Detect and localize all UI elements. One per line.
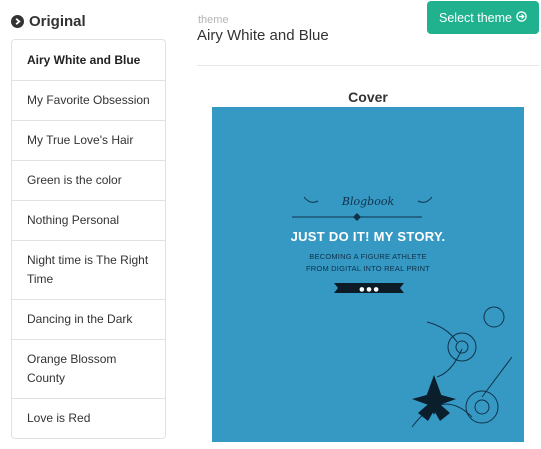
cover-subtitle-2: FROM DIGITAL INTO REAL PRINT (306, 264, 430, 273)
select-theme-button[interactable]: Select theme (427, 1, 539, 34)
theme-item-label: My Favorite Obsession (27, 93, 150, 107)
theme-name: Airy White and Blue (197, 27, 329, 44)
theme-item-orange-blossom-county[interactable]: Orange Blossom County (12, 339, 165, 398)
theme-item-label: Airy White and Blue (27, 52, 141, 67)
theme-item-label: Night time is The Right Time (27, 253, 149, 286)
cover-preview[interactable]: ● ● ● Blogbook JUST DO IT! MY STORY. BEC… (212, 107, 524, 442)
cover-subtitle-1: BECOMING A FIGURE ATHLETE (309, 252, 427, 261)
theme-item-green-is-the-color[interactable]: Green is the color (12, 160, 165, 200)
theme-item-label: Dancing in the Dark (27, 312, 133, 326)
svg-text:● ● ●: ● ● ● (359, 286, 379, 293)
theme-item-love-is-red[interactable]: Love is Red (12, 398, 165, 438)
theme-item-label: Love is Red (27, 411, 91, 425)
cover-ornament: ● ● ● (292, 196, 513, 428)
theme-item-night-time[interactable]: Night time is The Right Time (12, 240, 165, 299)
theme-item-label: Green is the color (27, 173, 122, 187)
sidebar-header[interactable]: Original (11, 11, 86, 31)
theme-item-nothing-personal[interactable]: Nothing Personal (12, 200, 165, 240)
theme-item-airy-white-and-blue[interactable]: Airy White and Blue (12, 40, 165, 80)
cover-logo-text: Blogbook (341, 195, 395, 208)
theme-item-dancing-in-the-dark[interactable]: Dancing in the Dark (12, 299, 165, 339)
cover-label: Cover (348, 89, 388, 105)
select-theme-label: Select theme (439, 10, 512, 25)
arrow-circle-right-icon (516, 10, 527, 25)
theme-item-my-true-loves-hair[interactable]: My True Love's Hair (12, 120, 165, 160)
theme-item-label: Nothing Personal (27, 213, 120, 227)
sidebar-header-label: Original (29, 12, 86, 30)
theme-item-my-favorite-obsession[interactable]: My Favorite Obsession (12, 80, 165, 120)
cover-title: JUST DO IT! MY STORY. (290, 229, 446, 244)
chevron-circle-down-icon (11, 14, 24, 28)
theme-item-label: Orange Blossom County (27, 352, 117, 385)
header-divider (197, 65, 539, 66)
theme-item-label: My True Love's Hair (27, 133, 134, 147)
theme-caption: theme (198, 14, 229, 26)
theme-list: Airy White and Blue My Favorite Obsessio… (11, 39, 166, 439)
